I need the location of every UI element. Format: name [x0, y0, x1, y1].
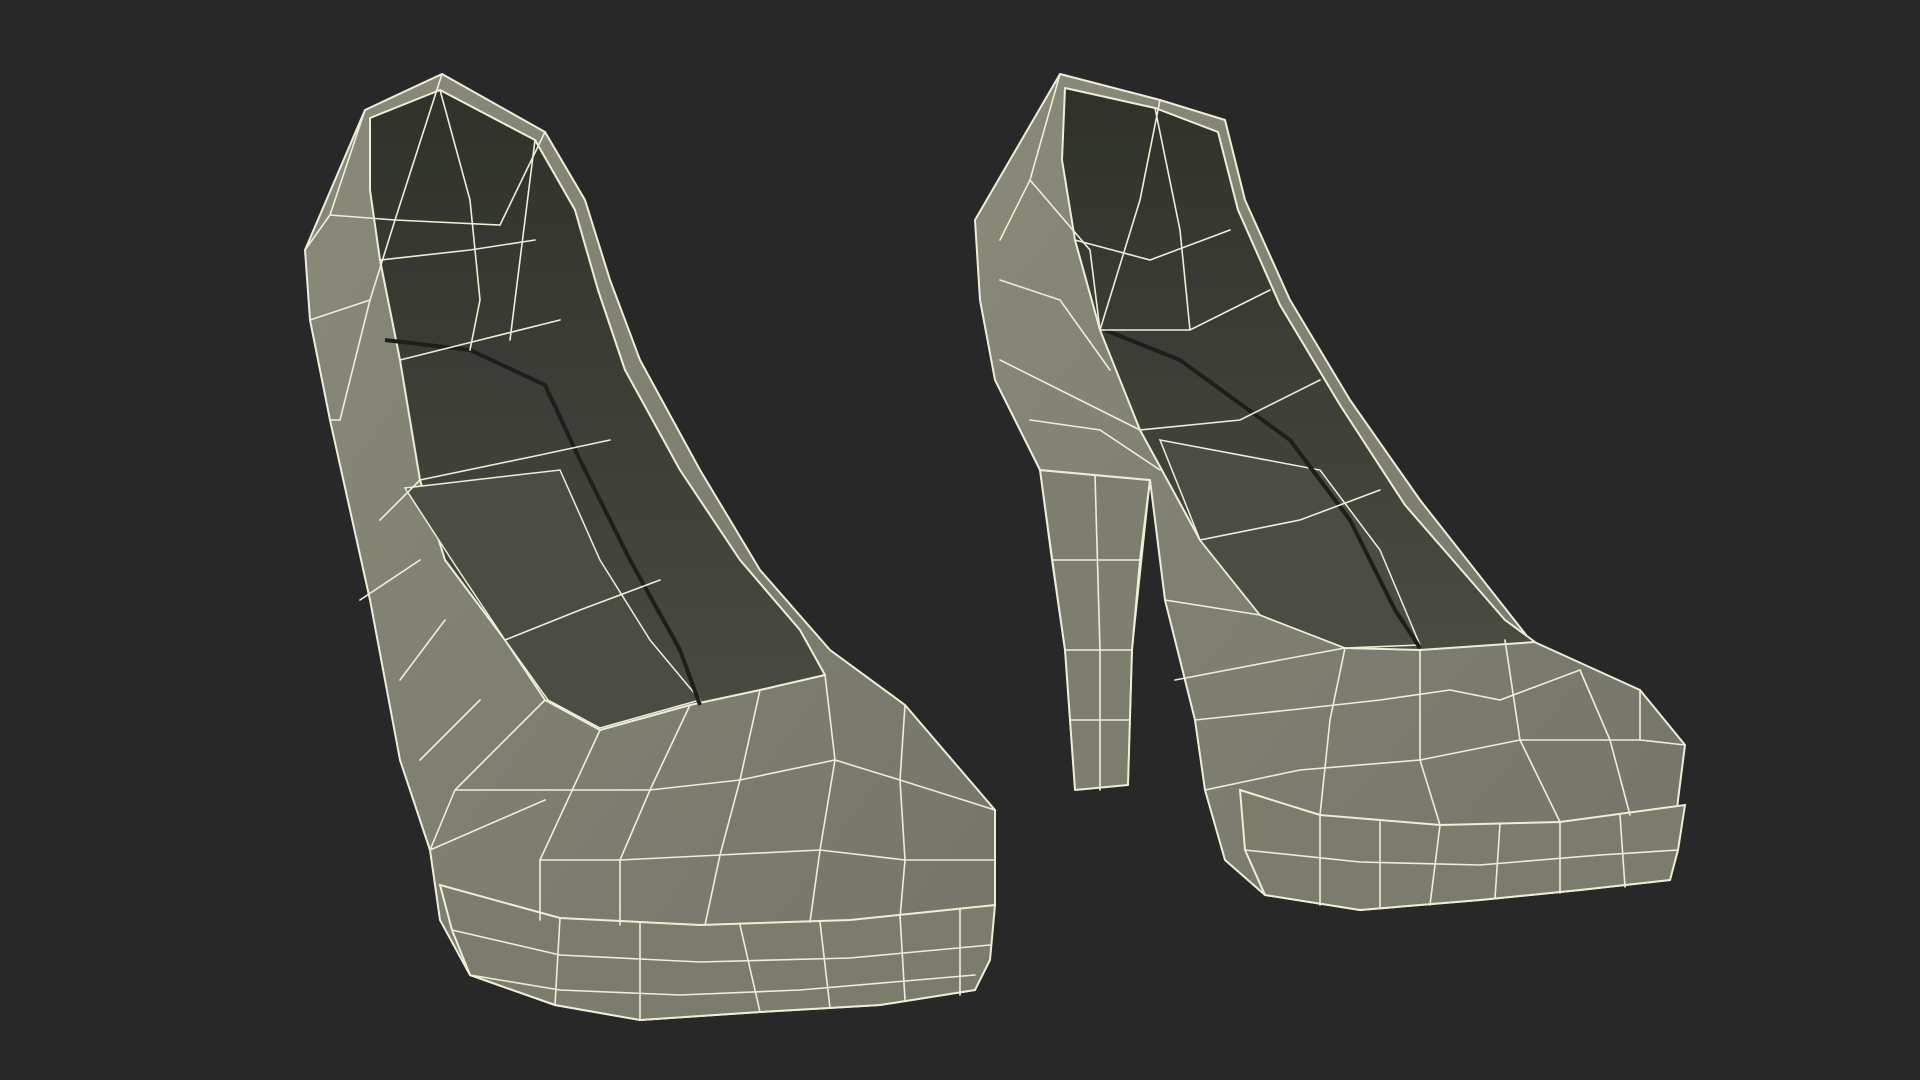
- wireframe-render: [0, 0, 1920, 1080]
- render-viewport: [0, 0, 1920, 1080]
